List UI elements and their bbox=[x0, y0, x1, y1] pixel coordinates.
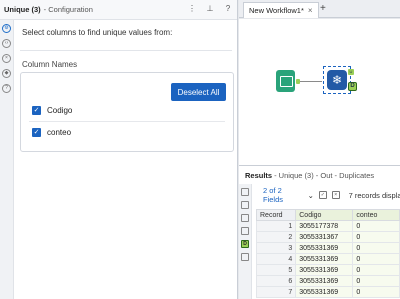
snowflake-icon: ❄ bbox=[327, 70, 347, 90]
history-icon[interactable] bbox=[241, 253, 249, 261]
divider bbox=[20, 50, 232, 51]
record-cell: 5 bbox=[255, 264, 297, 276]
table-icon[interactable] bbox=[241, 227, 249, 235]
gear-icon[interactable]: ⚙ bbox=[2, 24, 11, 33]
results-side-rail: D bbox=[239, 184, 252, 299]
workflow-tab-bar: New Workflow1* × + bbox=[239, 0, 400, 18]
checkbox-checked-icon[interactable]: ✓ bbox=[32, 128, 41, 137]
check-icon[interactable]: ✓ bbox=[318, 191, 327, 199]
codigo-cell[interactable]: 3055331367 bbox=[295, 231, 354, 243]
record-count: 7 records displa bbox=[348, 190, 400, 200]
connection-line[interactable] bbox=[300, 81, 322, 82]
configuration-body: Select columns to find unique values fro… bbox=[20, 28, 234, 152]
column-names-box: Deselect All ✓ Codigo ✓ conteo bbox=[20, 72, 234, 152]
results-header: Results - Unique (3) - Out - Duplicates bbox=[239, 166, 400, 184]
record-cell: 2 bbox=[255, 231, 297, 243]
code-icon[interactable] bbox=[241, 201, 249, 209]
configuration-title: Unique (3) bbox=[4, 5, 41, 14]
codigo-cell[interactable]: 3055331369 bbox=[295, 286, 354, 298]
pin-icon[interactable]: ⊥ bbox=[205, 4, 215, 13]
codigo-cell[interactable]: 3055331369 bbox=[295, 253, 354, 265]
column-name: conteo bbox=[47, 128, 72, 137]
more-icon[interactable]: ⋮ bbox=[187, 4, 197, 13]
results-toolbar: 2 of 2 Fields ⌄ ✓ × 7 records displa bbox=[253, 186, 400, 204]
codigo-cell[interactable]: 3055331369 bbox=[295, 275, 354, 287]
table-row[interactable]: 5 3055331369 0 bbox=[255, 264, 400, 276]
configuration-header-icons: ⋮ ⊥ ? bbox=[187, 4, 233, 13]
close-square-icon[interactable]: × bbox=[331, 191, 340, 199]
codigo-cell[interactable]: 3055331369 bbox=[295, 242, 354, 254]
record-cell: 7 bbox=[255, 286, 297, 298]
deselect-all-button[interactable]: Deselect All bbox=[171, 83, 226, 101]
configuration-side-rail: ⚙ ‹› × ◆ ? bbox=[0, 20, 14, 299]
workflow-canvas[interactable]: ❄ U D bbox=[239, 19, 400, 165]
record-cell: 3 bbox=[255, 242, 297, 254]
tab-label: New Workflow1* bbox=[249, 6, 304, 15]
conteo-cell[interactable]: 0 bbox=[352, 231, 400, 243]
chevron-down-icon[interactable]: ⌄ bbox=[308, 191, 314, 200]
conteo-cell[interactable]: 0 bbox=[352, 220, 400, 232]
configuration-panel: Unique (3) - Configuration ⋮ ⊥ ? ⚙ ‹› × … bbox=[0, 0, 238, 299]
duplicates-anchor-icon[interactable]: D bbox=[241, 240, 249, 248]
tag-icon[interactable]: ◆ bbox=[2, 69, 11, 78]
results-title: Results bbox=[245, 170, 273, 180]
column-row-codigo[interactable]: ✓ Codigo bbox=[32, 106, 72, 115]
column-header-codigo[interactable]: Codigo bbox=[295, 209, 354, 221]
record-cell: 1 bbox=[255, 220, 297, 232]
fields-selector[interactable]: 2 of 2 Fields bbox=[263, 186, 303, 204]
column-row-conteo[interactable]: ✓ conteo bbox=[32, 128, 71, 137]
table-row[interactable]: 3 3055331369 0 bbox=[255, 242, 400, 254]
add-tab-icon[interactable]: + bbox=[320, 3, 326, 14]
conteo-cell[interactable]: 0 bbox=[352, 253, 400, 265]
column-names-label: Column Names bbox=[22, 60, 78, 69]
record-cell: 6 bbox=[255, 275, 297, 287]
table-row[interactable]: 6 3055331369 0 bbox=[255, 275, 400, 287]
conteo-cell[interactable]: 0 bbox=[352, 275, 400, 287]
list-icon[interactable] bbox=[241, 188, 249, 196]
conteo-cell[interactable]: 0 bbox=[352, 242, 400, 254]
close-icon[interactable]: × bbox=[308, 6, 313, 15]
results-pane: Results - Unique (3) - Out - Duplicates … bbox=[239, 165, 400, 299]
configuration-subtitle: - Configuration bbox=[43, 5, 93, 14]
tab-new-workflow[interactable]: New Workflow1* × bbox=[243, 2, 319, 18]
divider bbox=[29, 121, 225, 122]
table-header-row: Record Codigo conteo bbox=[255, 209, 400, 221]
results-table: Record Codigo conteo 1 3055177378 0 2 30… bbox=[255, 209, 400, 298]
unique-anchor[interactable]: U bbox=[348, 69, 354, 75]
codigo-cell[interactable]: 3055331369 bbox=[295, 264, 354, 276]
table-row[interactable]: 7 3055331369 0 bbox=[255, 286, 400, 298]
table-row[interactable]: 4 3055331369 0 bbox=[255, 253, 400, 265]
input-data-tool-icon[interactable] bbox=[276, 70, 295, 92]
codigo-cell[interactable]: 3055177378 bbox=[295, 220, 354, 232]
instruction-text: Select columns to find unique values fro… bbox=[22, 28, 173, 37]
results-subtitle: - Unique (3) - Out - Duplicates bbox=[274, 170, 375, 180]
close-circle-icon[interactable] bbox=[241, 214, 249, 222]
unique-tool[interactable]: ❄ bbox=[323, 66, 351, 94]
question-icon[interactable]: ? bbox=[2, 84, 11, 93]
column-name: Codigo bbox=[47, 106, 73, 115]
column-header-record[interactable]: Record bbox=[255, 209, 297, 221]
code-icon[interactable]: ‹› bbox=[2, 39, 11, 48]
conteo-cell[interactable]: 0 bbox=[352, 264, 400, 276]
checkbox-checked-icon[interactable]: ✓ bbox=[32, 106, 41, 115]
column-header-conteo[interactable]: conteo bbox=[352, 209, 400, 221]
conteo-cell[interactable]: 0 bbox=[352, 286, 400, 298]
table-row[interactable]: 1 3055177378 0 bbox=[255, 220, 400, 232]
record-cell: 4 bbox=[255, 253, 297, 265]
table-row[interactable]: 2 3055331367 0 bbox=[255, 231, 400, 243]
duplicates-anchor[interactable]: D bbox=[348, 82, 357, 91]
help-icon[interactable]: ? bbox=[223, 4, 233, 13]
close-circle-icon[interactable]: × bbox=[2, 54, 11, 63]
